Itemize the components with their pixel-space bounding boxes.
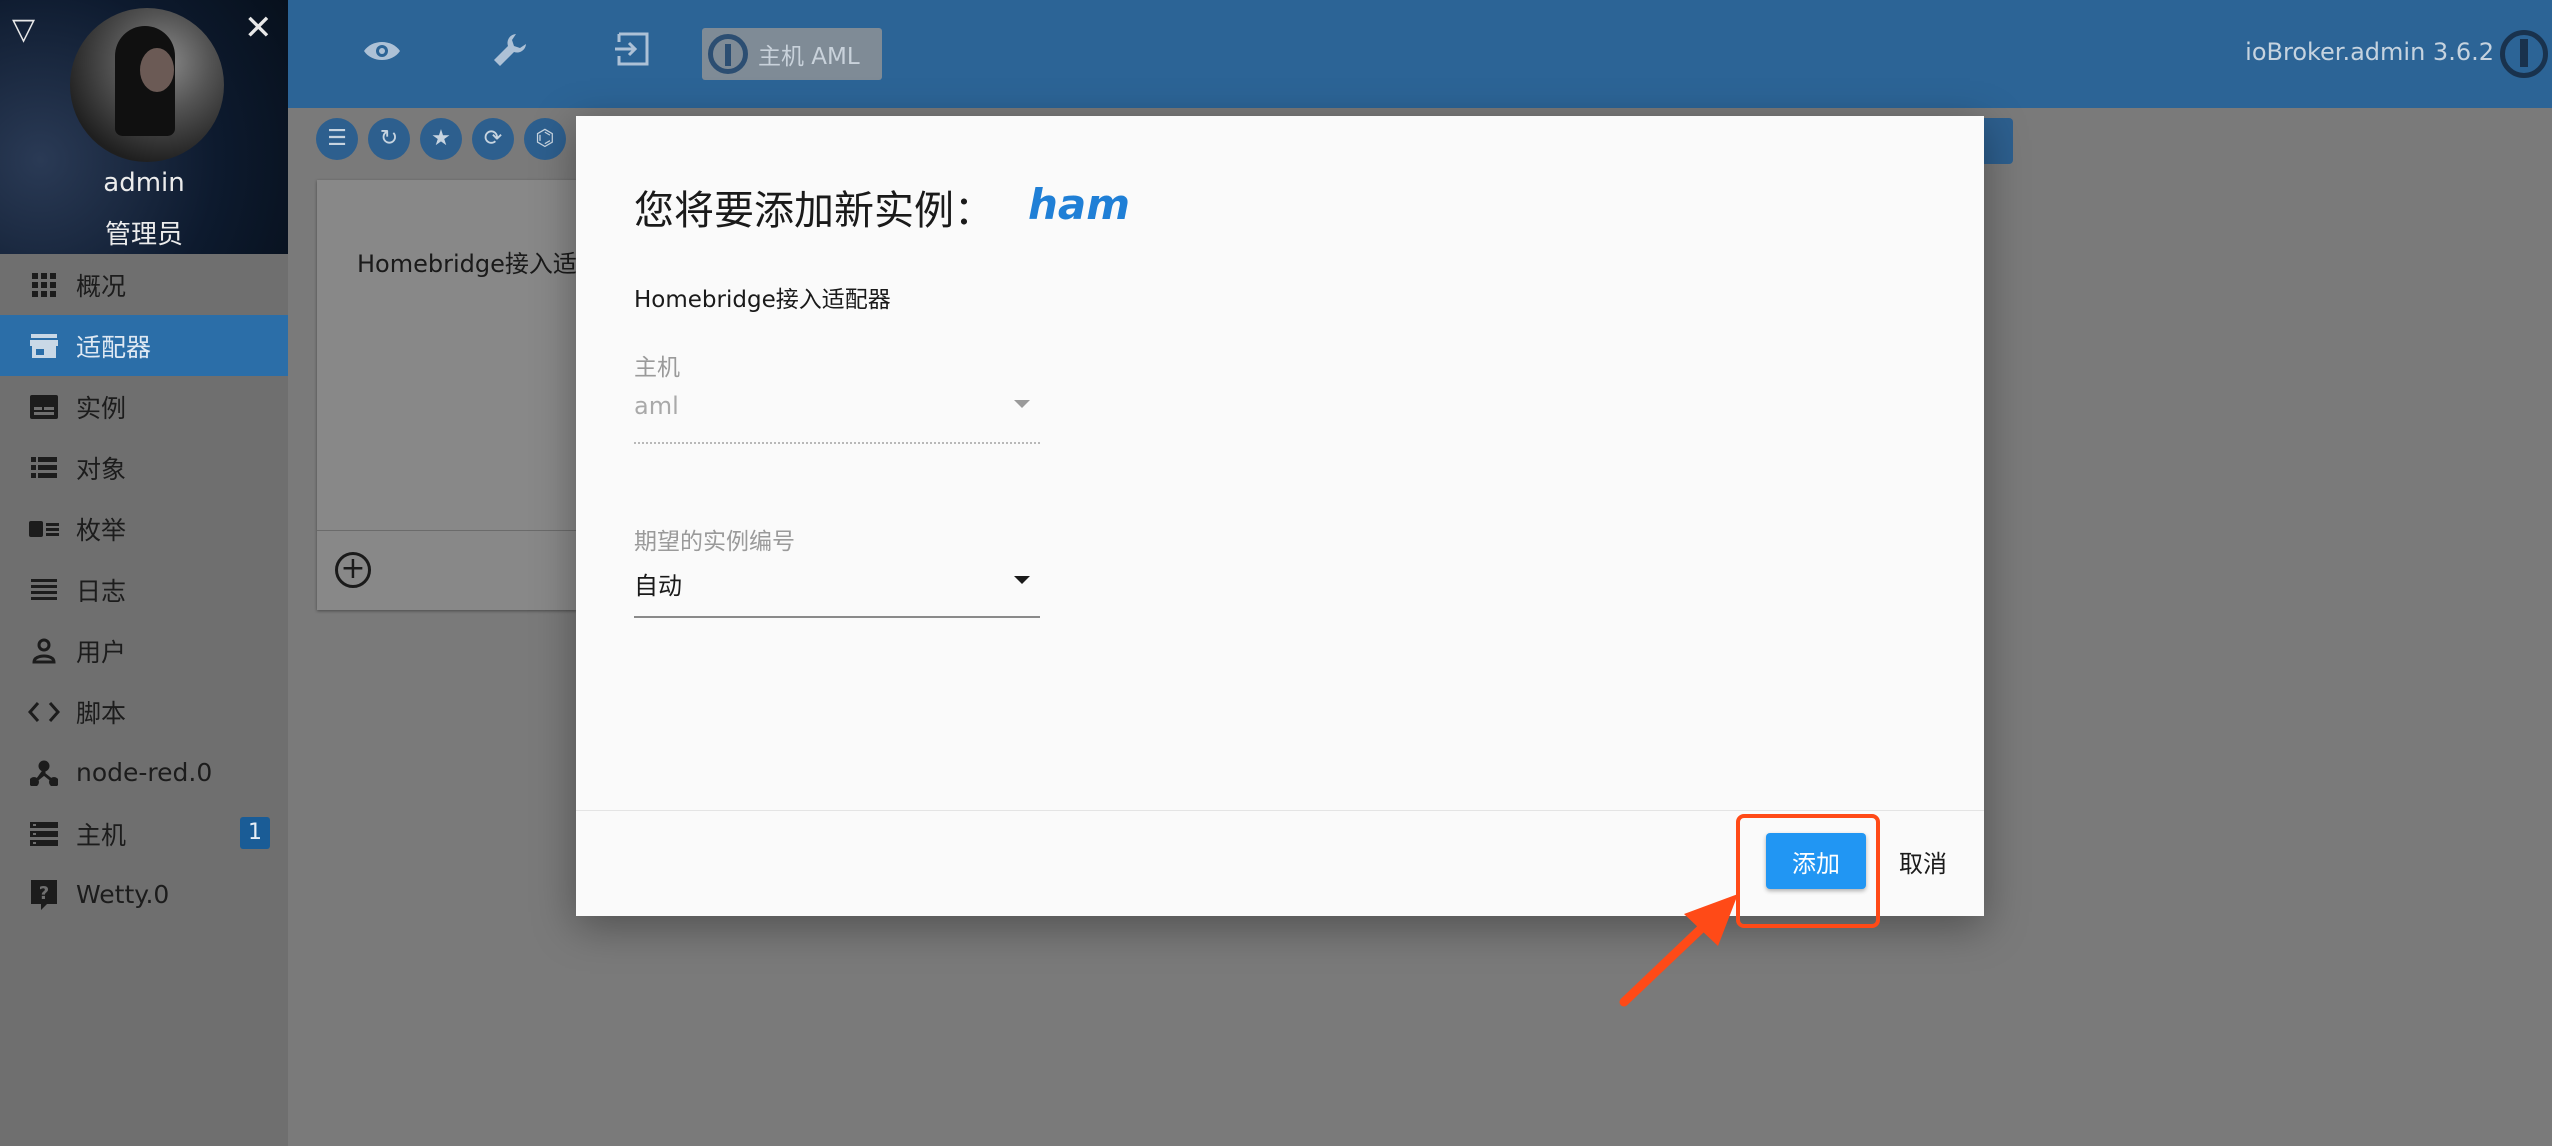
hosts-count-badge: 1 — [240, 817, 270, 849]
sidebar-item-label: node-red.0 — [76, 758, 213, 787]
store-icon — [28, 330, 60, 362]
hosts-icon — [28, 818, 60, 850]
instance-number-select[interactable]: 期望的实例编号 自动 — [634, 522, 1040, 618]
sidebar-item-logs[interactable]: 日志 — [0, 559, 288, 620]
avatar-face — [140, 48, 174, 92]
iobroker-logo-icon — [708, 34, 748, 74]
sidebar-item-adapters[interactable]: 适配器 — [0, 315, 288, 376]
iobroker-brand-icon — [2500, 30, 2548, 78]
sidebar-item-label: 用户 — [76, 637, 127, 667]
host-button-label: 主机 AML — [758, 44, 860, 70]
user-role: 管理员 — [104, 220, 183, 250]
exit-icon[interactable] — [610, 32, 654, 76]
app-root: ▽ ✕ admin 管理员 概况 适配器 实例 对象 枚举 日志 用户 脚本 n… — [0, 0, 2552, 1146]
sidebar-nav: 概况 适配器 实例 对象 枚举 日志 用户 脚本 node-red.0 主机 1… — [0, 254, 288, 925]
sidebar-item-label: 对象 — [76, 454, 127, 484]
update-icon[interactable]: ⟳ — [472, 118, 514, 160]
sidebar-item-label: 概况 — [76, 271, 127, 301]
node-red-icon — [28, 757, 60, 789]
user-icon — [28, 635, 60, 667]
host-label: 主机 — [634, 355, 680, 381]
add-instance-dialog: 您将要添加新实例： ham Homebridge接入适配器 主机 aml 期望的… — [576, 116, 1984, 916]
avatar[interactable] — [70, 8, 224, 162]
adapter-name: ham — [1028, 180, 1131, 229]
sidebar-item-label: 枚举 — [76, 515, 127, 545]
cancel-button[interactable]: 取消 — [1888, 833, 1958, 889]
sidebar-item-hosts[interactable]: 主机 1 — [0, 803, 288, 864]
username: admin — [103, 168, 185, 198]
host-value: aml — [634, 392, 679, 420]
sidebar-item-label: 适配器 — [76, 332, 152, 362]
dialog-title: 您将要添加新实例： — [634, 188, 994, 234]
add-instance-icon[interactable]: + — [335, 552, 371, 588]
enum-icon — [28, 513, 60, 545]
instances-icon — [28, 391, 60, 423]
list-view-icon[interactable]: ☰ — [316, 118, 358, 160]
chevron-down-icon — [1014, 576, 1030, 584]
log-icon — [28, 574, 60, 606]
chevron-down-icon — [1014, 400, 1030, 408]
sidebar-item-node-red[interactable]: node-red.0 — [0, 742, 288, 803]
sidebar-item-wetty[interactable]: ? Wetty.0 — [0, 864, 288, 925]
sidebar-item-instances[interactable]: 实例 — [0, 376, 288, 437]
grid-icon — [28, 269, 60, 301]
refresh-icon[interactable]: ↻ — [368, 118, 410, 160]
sidebar-item-label: Wetty.0 — [76, 880, 170, 909]
instance-label: 期望的实例编号 — [634, 529, 795, 555]
adapter-description: Homebridge接入适配器 — [634, 287, 891, 313]
sidebar-item-scripts[interactable]: 脚本 — [0, 681, 288, 742]
app-version: ioBroker.admin 3.6.2 — [2245, 38, 2494, 66]
sidebar-item-label: 日志 — [76, 576, 127, 606]
sidebar: ▽ ✕ admin 管理员 概况 适配器 实例 对象 枚举 日志 用户 脚本 n… — [0, 0, 288, 1146]
annotation-arrow-icon — [1619, 894, 1738, 1007]
sidebar-item-label: 主机 — [76, 820, 127, 850]
host-select[interactable]: 主机 aml — [634, 348, 1040, 444]
sidebar-item-users[interactable]: 用户 — [0, 620, 288, 681]
adapter-card: Homebridge接入适配器 + — [317, 180, 625, 610]
help-icon: ? — [28, 879, 60, 911]
sidebar-item-overview[interactable]: 概况 — [0, 254, 288, 315]
svg-text:?: ? — [39, 883, 49, 904]
instance-value: 自动 — [634, 572, 682, 600]
host-selector-button[interactable]: 主机 AML — [702, 28, 882, 80]
collapse-triangle-icon[interactable]: ▽ — [12, 12, 35, 47]
eye-icon[interactable] — [360, 32, 404, 76]
card-divider — [317, 530, 577, 531]
github-icon[interactable]: ⌬ — [524, 118, 566, 160]
code-icon — [28, 696, 60, 728]
list-icon — [28, 452, 60, 484]
top-bar: 主机 AML ioBroker.admin 3.6.2 — [288, 0, 2552, 108]
star-icon[interactable]: ★ — [420, 118, 462, 160]
sidebar-item-enums[interactable]: 枚举 — [0, 498, 288, 559]
sidebar-item-label: 脚本 — [76, 698, 127, 728]
profile-header: ▽ ✕ admin 管理员 — [0, 0, 288, 254]
annotation-highlight-box — [1736, 814, 1880, 928]
sidebar-item-label: 实例 — [76, 393, 127, 423]
close-icon[interactable]: ✕ — [244, 8, 273, 48]
sidebar-item-objects[interactable]: 对象 — [0, 437, 288, 498]
wrench-icon[interactable] — [488, 32, 532, 76]
